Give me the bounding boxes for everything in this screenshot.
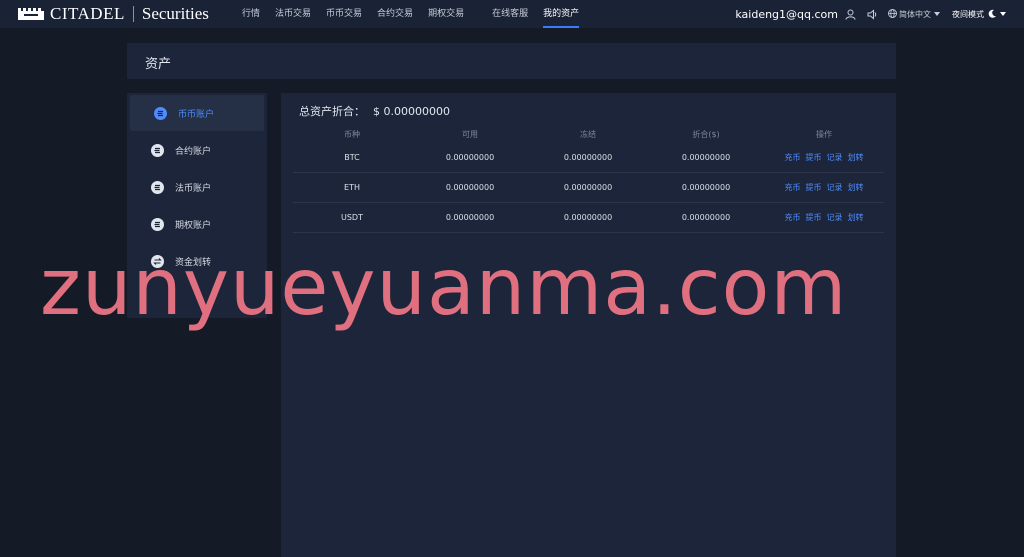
sidebar-item-fiat-account[interactable]: 法币账户 [127, 169, 267, 205]
nav-contract-trading[interactable]: 合约交易 [377, 0, 413, 28]
table-row: USDT 0.00000000 0.00000000 0.00000000 充币… [293, 203, 884, 233]
withdraw-link[interactable]: 提币 [806, 212, 822, 223]
main-nav: 行情 法币交易 币币交易 合约交易 期权交易 在线客服 我的资产 [242, 0, 594, 28]
nav-market[interactable]: 行情 [242, 0, 260, 28]
column-header-coin: 币种 [344, 130, 360, 139]
column-header-available: 可用 [462, 130, 478, 139]
transfer-link[interactable]: 划转 [848, 182, 864, 193]
sidebar-item-fund-transfer[interactable]: 资金划转 [127, 243, 267, 279]
transfer-icon [151, 254, 164, 268]
sidebar-item-contract-account[interactable]: 合约账户 [127, 132, 267, 168]
sidebar-item-label: 期权账户 [175, 220, 212, 231]
total-assets-label: 总资产折合： [299, 105, 365, 118]
moon-icon [987, 9, 997, 19]
night-mode-label: 夜间模式 [952, 9, 984, 19]
available-amount: 0.00000000 [445, 153, 495, 162]
app-root: CITADEL Securities 行情 法币交易 币币交易 合约交易 期权交… [0, 0, 1024, 557]
nav-my-assets[interactable]: 我的资产 [543, 0, 580, 28]
transfer-link[interactable]: 划转 [848, 212, 864, 223]
account-sidebar: 币币账户 合约账户 法币账户 期权账户 资金划转 [127, 93, 267, 318]
withdraw-link[interactable]: 提币 [806, 152, 822, 163]
globe-icon [888, 8, 897, 20]
logo-divider [132, 6, 134, 22]
assets-title-bar: 资产 [127, 43, 896, 79]
converted-amount: 0.00000000 [681, 213, 731, 222]
transfer-link[interactable]: 划转 [848, 152, 864, 163]
coin-name: ETH [344, 183, 360, 192]
column-header-actions: 操作 [816, 130, 832, 139]
speaker-icon[interactable] [866, 8, 878, 20]
converted-amount: 0.00000000 [681, 153, 731, 162]
table-row: ETH 0.00000000 0.00000000 0.00000000 充币 … [293, 173, 884, 203]
row-actions: 充币 提币 记录 划转 [765, 152, 883, 163]
language-label: 简体中文 [899, 9, 931, 19]
available-amount: 0.00000000 [445, 183, 495, 192]
page-title: 资产 [145, 57, 172, 72]
frozen-amount: 0.00000000 [563, 183, 613, 192]
user-icon[interactable] [844, 8, 856, 20]
citadel-logo[interactable]: CITADEL Securities [18, 4, 209, 24]
total-assets-value: $ 0.00000000 [373, 105, 450, 118]
fiat-coin-icon [151, 180, 164, 194]
records-link[interactable]: 记录 [827, 182, 843, 193]
sidebar-item-label: 合约账户 [175, 146, 212, 157]
available-amount: 0.00000000 [445, 213, 495, 222]
nav-fiat-trading[interactable]: 法币交易 [275, 0, 311, 28]
logo-text: CITADEL [50, 4, 125, 23]
column-header-converted: 折合($) [692, 130, 720, 139]
withdraw-link[interactable]: 提币 [806, 182, 822, 193]
row-actions: 充币 提币 记录 划转 [765, 182, 883, 193]
header-right: kaideng1@qq.com 简体中文 夜间模式 [735, 0, 1006, 28]
table-header: 币种 可用 冻结 折合($) 操作 [293, 129, 884, 143]
sidebar-item-coin-account[interactable]: 币币账户 [130, 95, 264, 131]
assets-table: 币种 可用 冻结 折合($) 操作 BTC 0.00000000 0.00000… [293, 129, 884, 233]
sidebar-item-label: 币币账户 [178, 109, 215, 120]
exchange-coin-icon [154, 106, 167, 120]
coin-name: BTC [344, 153, 360, 162]
top-navbar: CITADEL Securities 行情 法币交易 币币交易 合约交易 期权交… [0, 0, 1024, 28]
night-mode-toggle[interactable]: 夜间模式 [952, 9, 1006, 20]
sidebar-item-label: 法币账户 [175, 183, 212, 194]
records-link[interactable]: 记录 [827, 152, 843, 163]
chevron-down-icon [1000, 12, 1006, 16]
converted-amount: 0.00000000 [681, 183, 731, 192]
frozen-amount: 0.00000000 [563, 153, 613, 162]
sidebar-item-label: 资金划转 [175, 257, 212, 268]
logo-subtitle: Securities [141, 4, 209, 23]
total-assets: 总资产折合： $ 0.00000000 [299, 103, 450, 119]
castle-logo-icon [18, 8, 44, 20]
coin-name: USDT [341, 213, 363, 222]
deposit-link[interactable]: 充币 [785, 152, 801, 163]
chevron-down-icon [934, 12, 940, 16]
nav-option-trading[interactable]: 期权交易 [428, 0, 464, 28]
contract-coin-icon [151, 143, 164, 157]
option-coin-icon [151, 217, 164, 231]
user-email[interactable]: kaideng1@qq.com [735, 8, 838, 21]
assets-panel: 总资产折合： $ 0.00000000 币种 可用 冻结 折合($) 操作 BTC… [281, 93, 896, 557]
column-header-frozen: 冻结 [580, 130, 596, 139]
sidebar-item-option-account[interactable]: 期权账户 [127, 206, 267, 242]
frozen-amount: 0.00000000 [563, 213, 613, 222]
deposit-link[interactable]: 充币 [785, 212, 801, 223]
records-link[interactable]: 记录 [827, 212, 843, 223]
language-selector[interactable]: 简体中文 [888, 8, 940, 20]
nav-coin-trading[interactable]: 币币交易 [326, 0, 362, 28]
row-actions: 充币 提币 记录 划转 [765, 212, 883, 223]
deposit-link[interactable]: 充币 [785, 182, 801, 193]
nav-online-support[interactable]: 在线客服 [492, 0, 528, 28]
table-row: BTC 0.00000000 0.00000000 0.00000000 充币 … [293, 143, 884, 173]
